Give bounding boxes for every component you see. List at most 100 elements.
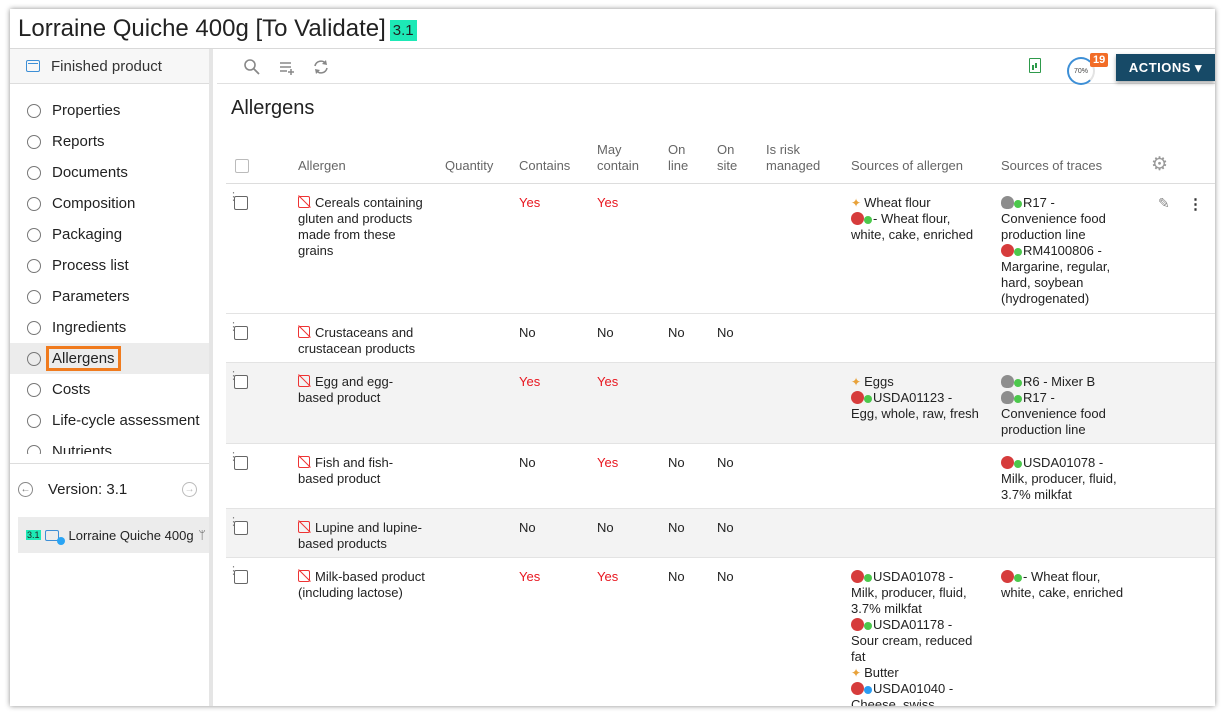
row-checkbox[interactable] bbox=[234, 196, 248, 210]
sidebar-item-nutrients[interactable]: Nutrients bbox=[10, 436, 209, 454]
trace-text[interactable]: 3.7% milkfat bbox=[1001, 487, 1117, 503]
allergen-cell: Fish and fish- based product bbox=[298, 455, 393, 487]
drag-handle-icon[interactable]: ⋮ bbox=[228, 322, 239, 333]
sidebar-item-ingredients[interactable]: Ingredients bbox=[10, 312, 209, 343]
sidebar-item-composition[interactable]: Composition bbox=[10, 188, 209, 219]
trace-text[interactable]: R17 - bbox=[1023, 195, 1055, 210]
source-text[interactable]: Butter bbox=[864, 665, 899, 680]
trace-text[interactable]: USDA01078 - bbox=[1023, 455, 1103, 470]
sidebar-item-label: Nutrients bbox=[52, 443, 113, 454]
source-text[interactable]: Sour cream, reduced bbox=[851, 633, 972, 649]
select-all-checkbox[interactable] bbox=[235, 159, 249, 173]
sidebar-item-properties[interactable]: Properties bbox=[10, 95, 209, 126]
header-on-line[interactable]: On line bbox=[668, 142, 688, 174]
trace-text[interactable]: R6 - Mixer B bbox=[1023, 374, 1095, 389]
allergen-name-line: made from these bbox=[298, 227, 396, 242]
source-text[interactable]: Cheese, swiss bbox=[851, 697, 972, 706]
trace-text[interactable]: (hydrogenated) bbox=[1001, 291, 1110, 307]
row-checkbox[interactable] bbox=[234, 326, 248, 340]
search-icon[interactable] bbox=[243, 58, 261, 76]
source-text[interactable]: 3.7% milkfat bbox=[851, 601, 972, 617]
back-icon[interactable]: ← bbox=[18, 482, 33, 497]
sidebar-item-reports[interactable]: Reports bbox=[10, 126, 209, 157]
settings-gear-icon[interactable]: ⚙ bbox=[1151, 153, 1168, 176]
drag-handle-icon[interactable]: ⋮ bbox=[228, 371, 239, 382]
trace-text[interactable]: hard, soybean bbox=[1001, 275, 1110, 291]
header-contains[interactable]: Contains bbox=[519, 158, 570, 174]
row-checkbox[interactable] bbox=[234, 570, 248, 584]
sidebar-item-label: Parameters bbox=[52, 288, 130, 305]
refresh-icon[interactable] bbox=[312, 58, 330, 76]
resource-icon bbox=[1001, 196, 1023, 209]
sources-allergen-cell: ✦ Wheat flour - Wheat flour, white, cake,… bbox=[851, 195, 973, 243]
drag-handle-icon[interactable]: ⋮ bbox=[228, 192, 239, 203]
allergen-name-line: gluten and products bbox=[298, 211, 413, 226]
notification-count-badge[interactable]: 19 bbox=[1090, 53, 1109, 67]
actions-button[interactable]: ACTIONS ▾ bbox=[1116, 54, 1215, 81]
source-text[interactable]: USDA01078 - bbox=[873, 569, 953, 584]
table-row[interactable]: ⋮ Fish and fish- based product No Yes No… bbox=[226, 444, 1215, 509]
sidebar-item-documents[interactable]: Documents bbox=[10, 157, 209, 188]
source-text[interactable]: Egg, whole, raw, fresh bbox=[851, 406, 979, 422]
contains-cell: No bbox=[519, 520, 536, 535]
sidebar-item-process-list[interactable]: Process list bbox=[10, 250, 209, 281]
table-row[interactable]: ⋮ Cereals containing gluten and products… bbox=[226, 184, 1215, 314]
title-bar: Lorraine Quiche 400g [To Validate] 3.1 bbox=[10, 9, 1215, 49]
source-text[interactable]: Wheat flour bbox=[864, 195, 930, 210]
sidebar-item-parameters[interactable]: Parameters bbox=[10, 281, 209, 312]
drag-handle-icon[interactable]: ⋮ bbox=[228, 517, 239, 528]
report-icon[interactable] bbox=[1029, 58, 1041, 73]
trace-text[interactable]: Convenience food bbox=[1001, 211, 1110, 227]
forward-icon[interactable]: → bbox=[182, 482, 197, 497]
source-text[interactable]: USDA01178 - bbox=[873, 617, 952, 632]
allergen-cell: Cereals containing gluten and products m… bbox=[298, 195, 423, 259]
source-text[interactable]: white, cake, enriched bbox=[851, 227, 973, 243]
sidebar-item-allergens[interactable]: Allergens bbox=[10, 343, 209, 374]
trace-text[interactable]: - Wheat flour, bbox=[1023, 569, 1100, 584]
row-checkbox[interactable] bbox=[234, 456, 248, 470]
source-text[interactable]: Eggs bbox=[864, 374, 894, 389]
source-text[interactable]: Milk, producer, fluid, bbox=[851, 585, 972, 601]
source-text[interactable]: USDA01040 - bbox=[873, 681, 953, 696]
trace-text[interactable]: production line bbox=[1001, 227, 1110, 243]
row-checkbox[interactable] bbox=[234, 521, 248, 535]
source-text[interactable]: USDA01123 - bbox=[873, 390, 952, 405]
sources-traces-cell: R6 - Mixer B R17 - Convenience food prod… bbox=[1001, 374, 1106, 438]
trace-text[interactable]: R17 - bbox=[1023, 390, 1055, 405]
radio-icon bbox=[27, 444, 41, 454]
edit-pencil-icon[interactable]: ✎ bbox=[1158, 195, 1170, 212]
header-sources-allergen[interactable]: Sources of allergen bbox=[851, 158, 963, 174]
trace-text[interactable]: RM4100806 - bbox=[1023, 243, 1102, 258]
section-title: Allergens bbox=[231, 97, 315, 119]
header-may-contain[interactable]: May contain bbox=[597, 142, 639, 174]
trace-text[interactable]: Margarine, regular, bbox=[1001, 259, 1110, 275]
trace-text[interactable]: production line bbox=[1001, 422, 1106, 438]
add-list-icon[interactable] bbox=[278, 58, 296, 76]
more-vertical-icon[interactable]: ⋮ bbox=[1188, 195, 1203, 213]
table-row[interactable]: ⋮ Lupine and lupine- based products No N… bbox=[226, 509, 1215, 558]
table-row[interactable]: ⋮ Crustaceans and crustacean products No… bbox=[226, 314, 1215, 363]
header-sources-traces[interactable]: Sources of traces bbox=[1001, 158, 1102, 174]
row-checkbox[interactable] bbox=[234, 375, 248, 389]
trace-text[interactable]: white, cake, enriched bbox=[1001, 585, 1123, 601]
table-row[interactable]: ⋮ Milk-based product (including lactose)… bbox=[226, 558, 1215, 707]
radio-icon bbox=[27, 351, 41, 366]
sidebar-item-costs[interactable]: Costs bbox=[10, 374, 209, 405]
source-text[interactable]: fat bbox=[851, 649, 972, 665]
header-quantity[interactable]: Quantity bbox=[445, 158, 493, 174]
branch-icon[interactable]: ᛘ bbox=[199, 528, 206, 542]
header-risk-managed[interactable]: Is risk managed bbox=[766, 142, 820, 174]
radio-icon bbox=[27, 196, 41, 211]
header-allergen[interactable]: Allergen bbox=[298, 158, 346, 174]
table-row[interactable]: ⋮ Egg and egg- based product Yes Yes ✦ Eg… bbox=[226, 363, 1215, 444]
trace-text[interactable]: Milk, producer, fluid, bbox=[1001, 471, 1117, 487]
product-tree-node[interactable]: 3.1 Lorraine Quiche 400g ᛘ bbox=[18, 517, 209, 553]
trace-text[interactable]: Convenience food bbox=[1001, 406, 1106, 422]
source-text[interactable]: - Wheat flour, bbox=[873, 211, 950, 226]
sidebar-item-life-cycle-assessment[interactable]: Life-cycle assessment bbox=[10, 405, 209, 436]
sidebar-item-packaging[interactable]: Packaging bbox=[10, 219, 209, 250]
drag-handle-icon[interactable]: ⋮ bbox=[228, 566, 239, 577]
sidebar-header[interactable]: Finished product bbox=[10, 49, 209, 84]
header-on-site[interactable]: On site bbox=[717, 142, 737, 174]
drag-handle-icon[interactable]: ⋮ bbox=[228, 452, 239, 463]
